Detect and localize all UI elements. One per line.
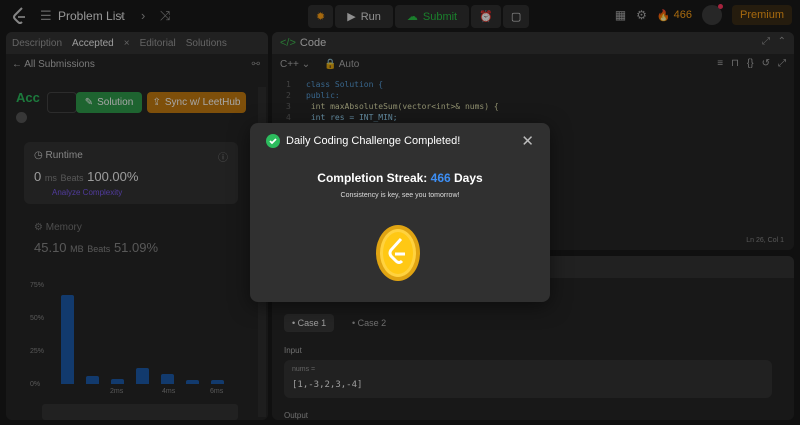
- completion-streak: Completion Streak: 466 Days: [317, 171, 483, 185]
- modal-title: Daily Coding Challenge Completed!: [286, 135, 461, 147]
- modal-message: Consistency is key, see you tomorrow!: [340, 192, 460, 199]
- check-circle-icon: [266, 134, 280, 148]
- daily-challenge-modal: Daily Coding Challenge Completed! ✕ Comp…: [250, 123, 550, 302]
- close-icon[interactable]: ✕: [521, 132, 534, 150]
- gold-coin-icon: [376, 225, 420, 281]
